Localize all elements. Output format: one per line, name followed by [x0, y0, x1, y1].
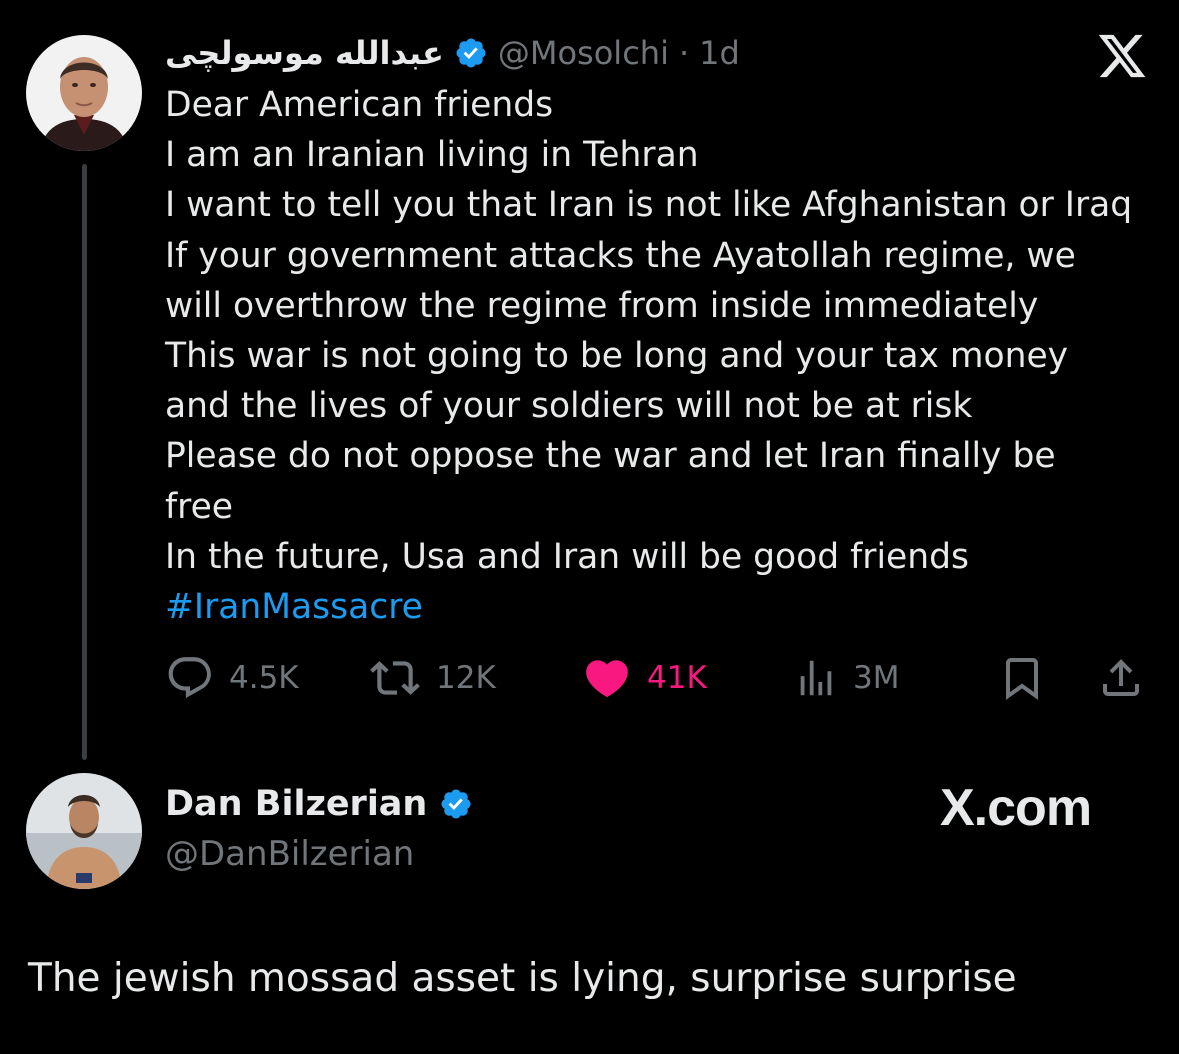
separator-dot: ·	[678, 34, 690, 72]
bookmark-button[interactable]	[998, 652, 1046, 704]
tweet-header: عبدالله موسولچی @Mosolchi · 1d	[165, 28, 740, 78]
thread-connector-line	[82, 164, 87, 760]
x-com-brand: X.com	[940, 779, 1092, 837]
avatar-mosolchi[interactable]	[26, 35, 142, 151]
repost-count: 12K	[436, 660, 496, 696]
heart-icon	[586, 660, 628, 698]
verified-badge-icon	[439, 787, 473, 821]
view-count: 3M	[853, 660, 900, 696]
repost-button[interactable]: 12K	[368, 652, 496, 704]
repost-icon	[370, 661, 420, 695]
tweet-line: In the future, Usa and Iran will be good…	[165, 536, 970, 577]
reply-text: The jewish mossad asset is lying, surpri…	[28, 956, 1017, 1001]
tweet-timestamp[interactable]: 1d	[699, 34, 740, 72]
tweet-line: This war is not going to be long and you…	[165, 336, 1069, 377]
reply-header: Dan Bilzerian	[165, 784, 473, 824]
tweet-line: I am an Iranian living in Tehran	[165, 135, 699, 176]
like-button[interactable]: 41K	[581, 652, 707, 704]
avatar-image	[26, 773, 142, 889]
share-button[interactable]	[1097, 652, 1145, 704]
tweet-line: If your government attacks the Ayatollah…	[165, 235, 1076, 276]
hashtag-link[interactable]: #IranMassacre	[165, 582, 1165, 632]
tweet-line: free	[165, 486, 234, 527]
views-button[interactable]: 3M	[793, 652, 899, 704]
tweet-text: Dear American friends I am an Iranian li…	[165, 80, 1165, 632]
tweet-line: I want to tell you that Iran is not like…	[165, 185, 1133, 226]
verified-badge-icon	[454, 36, 488, 70]
avatar-image	[26, 35, 142, 151]
author-handle[interactable]: @Mosolchi	[498, 34, 669, 72]
tweet-action-bar: 4.5K 12K 41K 3M	[165, 652, 1150, 704]
bookmark-icon	[1006, 658, 1038, 700]
like-count: 41K	[647, 660, 707, 696]
tweet-line: and the lives of your soldiers will not …	[165, 386, 973, 427]
avatar-danbilzerian[interactable]	[26, 773, 142, 889]
reply-icon	[168, 657, 211, 699]
tweet-line: will overthrow the regime from inside im…	[165, 285, 1039, 326]
tweet-line: Please do not oppose the war and let Ira…	[165, 436, 1056, 477]
reply-author-name[interactable]: Dan Bilzerian	[165, 784, 427, 824]
author-name[interactable]: عبدالله موسولچی	[165, 34, 444, 72]
reply-count: 4.5K	[229, 660, 299, 696]
reply-author-handle[interactable]: @DanBilzerian	[165, 834, 414, 874]
x-logo-icon	[1096, 30, 1148, 82]
reply-button[interactable]: 4.5K	[165, 652, 299, 704]
tweet-line: Dear American friends	[165, 85, 554, 125]
views-icon	[800, 660, 832, 696]
share-icon	[1103, 659, 1139, 696]
